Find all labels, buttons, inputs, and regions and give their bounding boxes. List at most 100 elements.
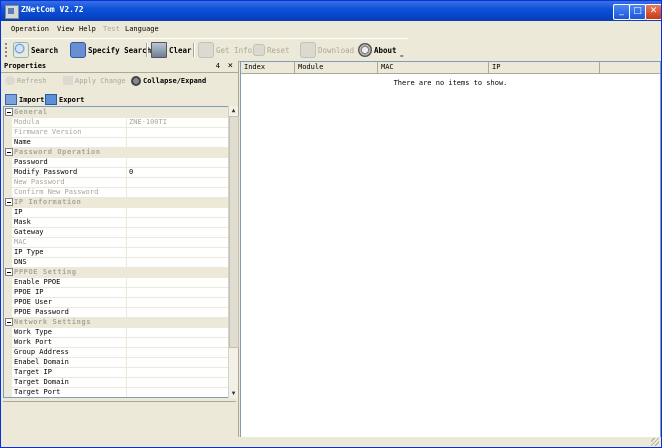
property-name: PPOE Password: [14, 308, 69, 316]
property-name: PPOE User: [14, 298, 52, 306]
minimize-button[interactable]: _: [613, 4, 630, 20]
close-button[interactable]: ✕: [645, 4, 661, 20]
collapse-toggle-icon[interactable]: [5, 268, 13, 276]
toolbar-separator: [146, 43, 148, 57]
row-gutter: [4, 127, 12, 137]
property-name: Mask: [14, 218, 31, 226]
import-button[interactable]: Import: [5, 94, 44, 105]
app-icon: [5, 5, 19, 19]
download-button[interactable]: Download: [300, 42, 354, 58]
property-name: Firmware Version: [14, 128, 82, 136]
column-mac[interactable]: MAC: [378, 62, 489, 73]
about-button[interactable]: About: [358, 42, 397, 58]
row-gutter: [4, 287, 12, 297]
empty-list-message: There are no items to show.: [393, 79, 508, 87]
row-gutter: [4, 187, 12, 197]
maximize-button[interactable]: □: [629, 4, 646, 20]
info-icon: [198, 42, 214, 58]
title-bar[interactable]: ZNetCom V2.72 _ □ ✕: [1, 1, 661, 21]
row-gutter: [4, 367, 12, 377]
row-gutter: [4, 297, 12, 307]
collapse-toggle-icon[interactable]: [5, 318, 13, 326]
main-toolbar: Search Specify Search Clear Get Info Res…: [3, 38, 408, 62]
column-divider: [126, 357, 127, 367]
collapse-toggle-icon[interactable]: [5, 148, 13, 156]
category-label: PPPOE Setting: [14, 268, 77, 276]
column-ip[interactable]: IP: [489, 62, 600, 73]
property-name: Name: [14, 138, 31, 146]
property-name: Target Port: [14, 388, 61, 396]
row-gutter: [4, 377, 12, 387]
row-gutter: [4, 157, 12, 167]
column-divider: [126, 117, 127, 127]
property-name: Target IP: [14, 368, 52, 376]
resize-grip[interactable]: [651, 438, 659, 446]
collapse-toggle-icon[interactable]: [5, 198, 13, 206]
property-name: Target Domain: [14, 378, 69, 386]
collapse-expand-button[interactable]: Collapse/Expand: [131, 76, 206, 86]
clear-button[interactable]: Clear: [151, 42, 192, 58]
row-gutter: [4, 277, 12, 287]
save-icon: [45, 94, 57, 105]
get-info-button[interactable]: Get Info: [198, 42, 252, 58]
column-index[interactable]: Index: [241, 62, 295, 73]
collapse-toggle-icon[interactable]: [5, 108, 13, 116]
menu-operation[interactable]: Operation: [11, 25, 49, 33]
row-gutter: [4, 307, 12, 317]
toolbar-separator: [193, 43, 195, 57]
collapse-icon: [131, 76, 141, 86]
scroll-down-arrow[interactable]: ▼: [229, 389, 238, 398]
window-title: ZNetCom V2.72: [21, 5, 84, 14]
column-divider: [126, 377, 127, 387]
property-name: Gateway: [14, 228, 44, 236]
scroll-thumb[interactable]: [229, 116, 239, 348]
column-module[interactable]: Module: [295, 62, 378, 73]
menu-language[interactable]: Language: [125, 25, 159, 33]
specify-search-button[interactable]: Specify Search: [70, 42, 151, 58]
apply-change-button[interactable]: Apply Change: [63, 76, 126, 85]
menu-view[interactable]: View: [57, 25, 74, 33]
row-gutter: [4, 117, 12, 127]
properties-header: Properties 4 ×: [1, 61, 238, 73]
column-divider: [126, 257, 127, 267]
menu-bar: Operation View Help Test Language: [1, 22, 661, 37]
row-gutter: [4, 357, 12, 367]
property-name: Enabel Domain: [14, 358, 69, 366]
column-divider: [126, 227, 127, 237]
refresh-button[interactable]: Refresh: [5, 76, 47, 85]
property-row[interactable]: Target Port: [4, 387, 229, 397]
scroll-up-arrow[interactable]: ▲: [229, 106, 238, 115]
close-pane-icon[interactable]: ×: [228, 61, 233, 71]
menu-help[interactable]: Help: [79, 25, 96, 33]
property-name: New Password: [14, 178, 65, 186]
property-name: Modula: [14, 118, 40, 126]
property-name: Work Type: [14, 328, 52, 336]
toolbar-overflow-button[interactable]: =: [400, 53, 404, 60]
toolbar-grip[interactable]: [5, 43, 10, 57]
search-icon: [13, 42, 29, 58]
column-divider: [126, 347, 127, 357]
column-divider: [126, 207, 127, 217]
column-divider: [126, 177, 127, 187]
device-list-header: Index Module MAC IP: [241, 62, 660, 74]
menu-test[interactable]: Test: [103, 25, 120, 33]
column-divider: [126, 327, 127, 337]
apply-icon: [63, 76, 73, 85]
properties-title: Properties: [4, 62, 47, 70]
property-name: Group Address: [14, 348, 69, 356]
row-gutter: [4, 327, 12, 337]
reset-button[interactable]: Reset: [253, 42, 290, 58]
row-gutter: [4, 347, 12, 357]
column-divider: [126, 217, 127, 227]
row-gutter: [4, 207, 12, 217]
column-divider: [126, 167, 127, 177]
download-icon: [300, 42, 316, 58]
search-button[interactable]: Search: [13, 42, 58, 58]
property-value[interactable]: 0: [129, 168, 227, 176]
pin-icon[interactable]: 4: [216, 62, 220, 70]
folder-icon: [5, 94, 17, 105]
column-divider: [126, 237, 127, 247]
property-grid-scrollbar[interactable]: ▲ ▼: [228, 106, 239, 398]
export-button[interactable]: Export: [45, 94, 84, 105]
column-divider: [126, 337, 127, 347]
